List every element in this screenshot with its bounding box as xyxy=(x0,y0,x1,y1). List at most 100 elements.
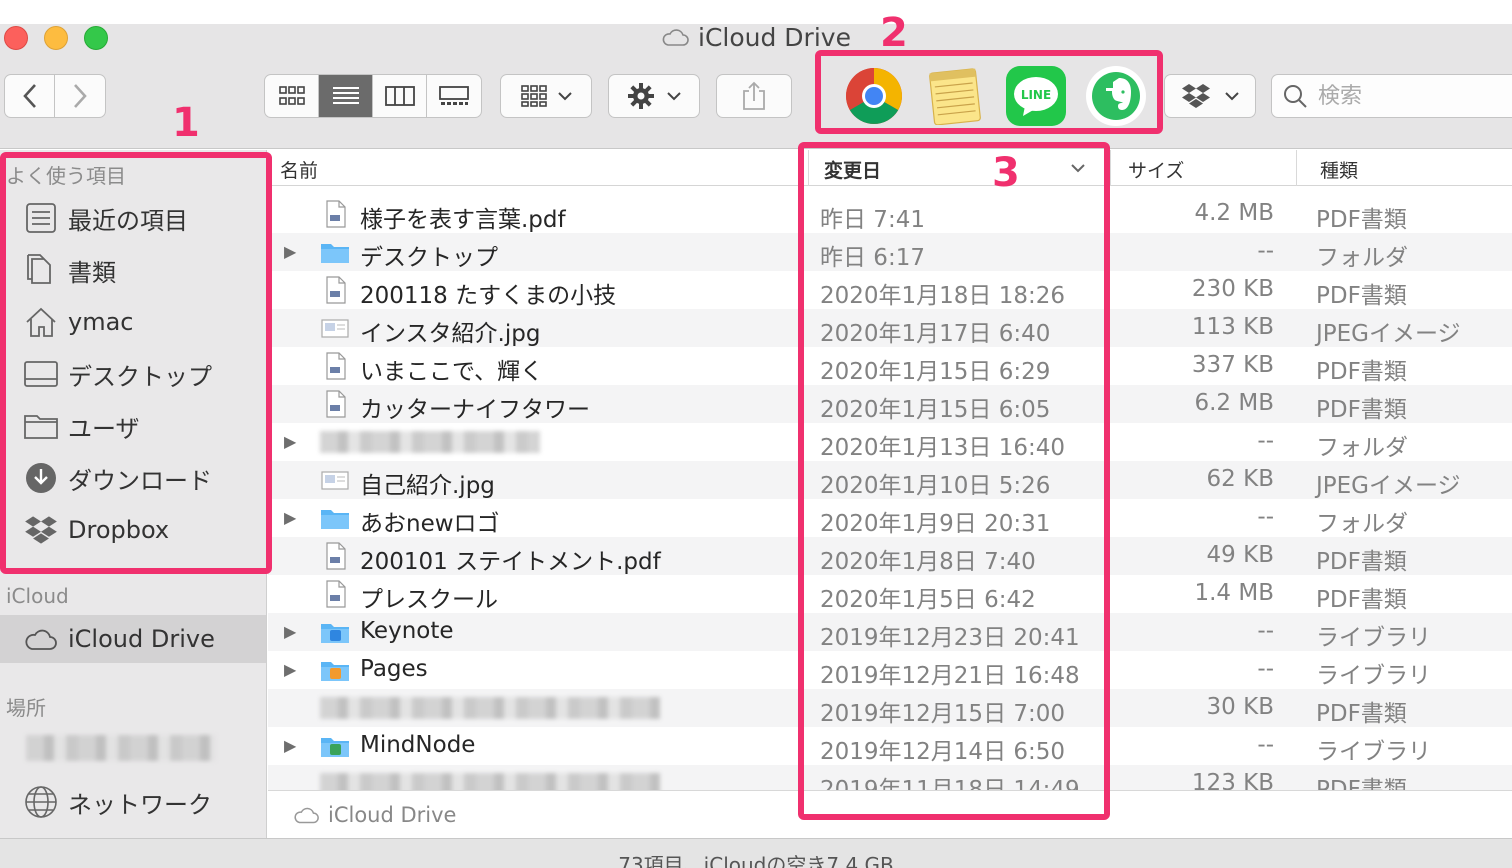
file-kind: PDF書類 xyxy=(1316,207,1407,233)
file-size: -- xyxy=(1257,618,1274,644)
annotation-number-2: 2 xyxy=(880,10,908,56)
path-bar-label[interactable]: iCloud Drive xyxy=(328,803,456,827)
pdf-file-icon xyxy=(320,541,350,571)
disclosure-triangle-icon[interactable]: ▶ xyxy=(284,508,296,527)
pdf-file-icon xyxy=(320,199,350,229)
annotation-number-3: 3 xyxy=(992,150,1020,196)
window-title-text: iCloud Drive xyxy=(698,22,851,52)
column-divider[interactable] xyxy=(1296,150,1297,186)
file-size: -- xyxy=(1257,504,1274,530)
chevron-down-icon xyxy=(667,92,681,101)
file-kind: ライブラリ xyxy=(1316,625,1431,651)
file-size: 113 KB xyxy=(1191,314,1274,340)
file-kind: ライブラリ xyxy=(1316,739,1431,765)
annotation-number-1: 1 xyxy=(172,100,200,146)
file-size: 30 KB xyxy=(1206,694,1274,720)
cloud-icon xyxy=(294,807,319,823)
gallery-icon xyxy=(439,86,469,105)
file-name: 様子を表す言葉.pdf xyxy=(360,207,566,233)
redacted-file-name xyxy=(320,431,540,453)
file-size: -- xyxy=(1257,428,1274,454)
search-field[interactable] xyxy=(1271,74,1512,118)
keynote-file-icon xyxy=(320,617,350,647)
file-name: 200118 たすくまの小技 xyxy=(360,283,617,309)
share-button[interactable] xyxy=(716,74,792,118)
redacted-file-name xyxy=(320,697,660,719)
list-icon xyxy=(332,87,359,104)
share-icon xyxy=(743,81,765,110)
chevron-down-icon xyxy=(1225,92,1239,101)
file-kind: PDF書類 xyxy=(1316,283,1407,309)
file-size: 1.4 MB xyxy=(1194,580,1274,606)
cloud-icon xyxy=(22,620,60,658)
file-size: -- xyxy=(1257,656,1274,682)
annotation-box-date-column xyxy=(798,142,1110,820)
file-kind: JPEGイメージ xyxy=(1316,321,1461,347)
folder-file-icon xyxy=(320,237,350,267)
nav-buttons xyxy=(4,74,106,118)
file-kind: JPEGイメージ xyxy=(1316,473,1461,499)
disclosure-triangle-icon[interactable]: ▶ xyxy=(284,622,296,641)
gear-icon xyxy=(628,83,654,109)
zoom-button[interactable] xyxy=(84,26,108,50)
file-kind: フォルダ xyxy=(1316,245,1408,271)
pages-file-icon xyxy=(320,655,350,685)
columns-icon xyxy=(384,86,415,106)
group-grid-icon xyxy=(521,85,547,107)
column-header-size[interactable]: サイズ xyxy=(1128,156,1184,183)
disclosure-triangle-icon[interactable]: ▶ xyxy=(284,660,296,679)
group-by-button[interactable] xyxy=(500,74,592,118)
file-kind: ライブラリ xyxy=(1316,663,1431,689)
minimize-button[interactable] xyxy=(44,26,68,50)
pdf-file-icon xyxy=(320,579,350,609)
file-name: いまここで、輝く xyxy=(360,359,544,385)
gallery-view-button[interactable] xyxy=(427,75,481,117)
file-kind: PDF書類 xyxy=(1316,701,1407,727)
sidebar-item-icloud-drive[interactable]: iCloud Drive xyxy=(22,617,215,661)
list-view-button[interactable] xyxy=(319,75,373,117)
search-input[interactable] xyxy=(1318,83,1498,109)
dropbox-icon xyxy=(1182,84,1210,108)
forward-button[interactable] xyxy=(55,75,105,117)
chevron-right-icon xyxy=(74,84,87,108)
file-kind: フォルダ xyxy=(1316,435,1408,461)
file-name: 200101 ステイトメント.pdf xyxy=(360,549,661,575)
pdf-file-icon xyxy=(320,389,350,419)
icon-view-button[interactable] xyxy=(265,75,319,117)
view-mode-control xyxy=(264,74,482,118)
disclosure-triangle-icon[interactable]: ▶ xyxy=(284,242,296,261)
file-kind: PDF書類 xyxy=(1316,549,1407,575)
action-button[interactable] xyxy=(608,74,700,118)
file-kind: PDF書類 xyxy=(1316,359,1407,385)
file-size: 337 KB xyxy=(1191,352,1274,378)
close-button[interactable] xyxy=(4,26,28,50)
column-header-name[interactable]: 名前 xyxy=(280,156,318,183)
dropbox-toolbar-button[interactable] xyxy=(1164,74,1256,118)
search-icon xyxy=(1284,85,1307,108)
file-name: Pages xyxy=(360,656,428,682)
redacted-location[interactable] xyxy=(26,735,216,761)
chevron-down-icon xyxy=(558,92,572,101)
sidebar-item-network[interactable]: ネットワーク xyxy=(22,780,212,824)
chevron-left-icon xyxy=(22,84,36,108)
status-bar: 73項目、iCloudの空き7.4 GB xyxy=(0,838,1512,868)
sidebar-item-label: ネットワーク xyxy=(68,790,212,819)
disclosure-triangle-icon[interactable]: ▶ xyxy=(284,432,296,451)
sidebar-item-label: iCloud Drive xyxy=(68,625,215,653)
folder-file-icon xyxy=(320,503,350,533)
pdf-file-icon xyxy=(320,351,350,381)
annotation-box-sidebar xyxy=(0,152,272,574)
file-size: -- xyxy=(1257,238,1274,264)
disclosure-triangle-icon[interactable]: ▶ xyxy=(284,736,296,755)
file-kind: フォルダ xyxy=(1316,511,1408,537)
cloud-icon xyxy=(662,29,689,46)
jpg-file-icon xyxy=(320,313,350,343)
file-size: -- xyxy=(1257,732,1274,758)
back-button[interactable] xyxy=(5,75,55,117)
file-size: 230 KB xyxy=(1191,276,1274,302)
column-header-kind[interactable]: 種類 xyxy=(1320,156,1358,183)
icloud-heading: iCloud xyxy=(6,584,69,608)
column-view-button[interactable] xyxy=(373,75,427,117)
file-name: インスタ紹介.jpg xyxy=(360,321,541,347)
column-divider[interactable] xyxy=(1110,150,1111,186)
